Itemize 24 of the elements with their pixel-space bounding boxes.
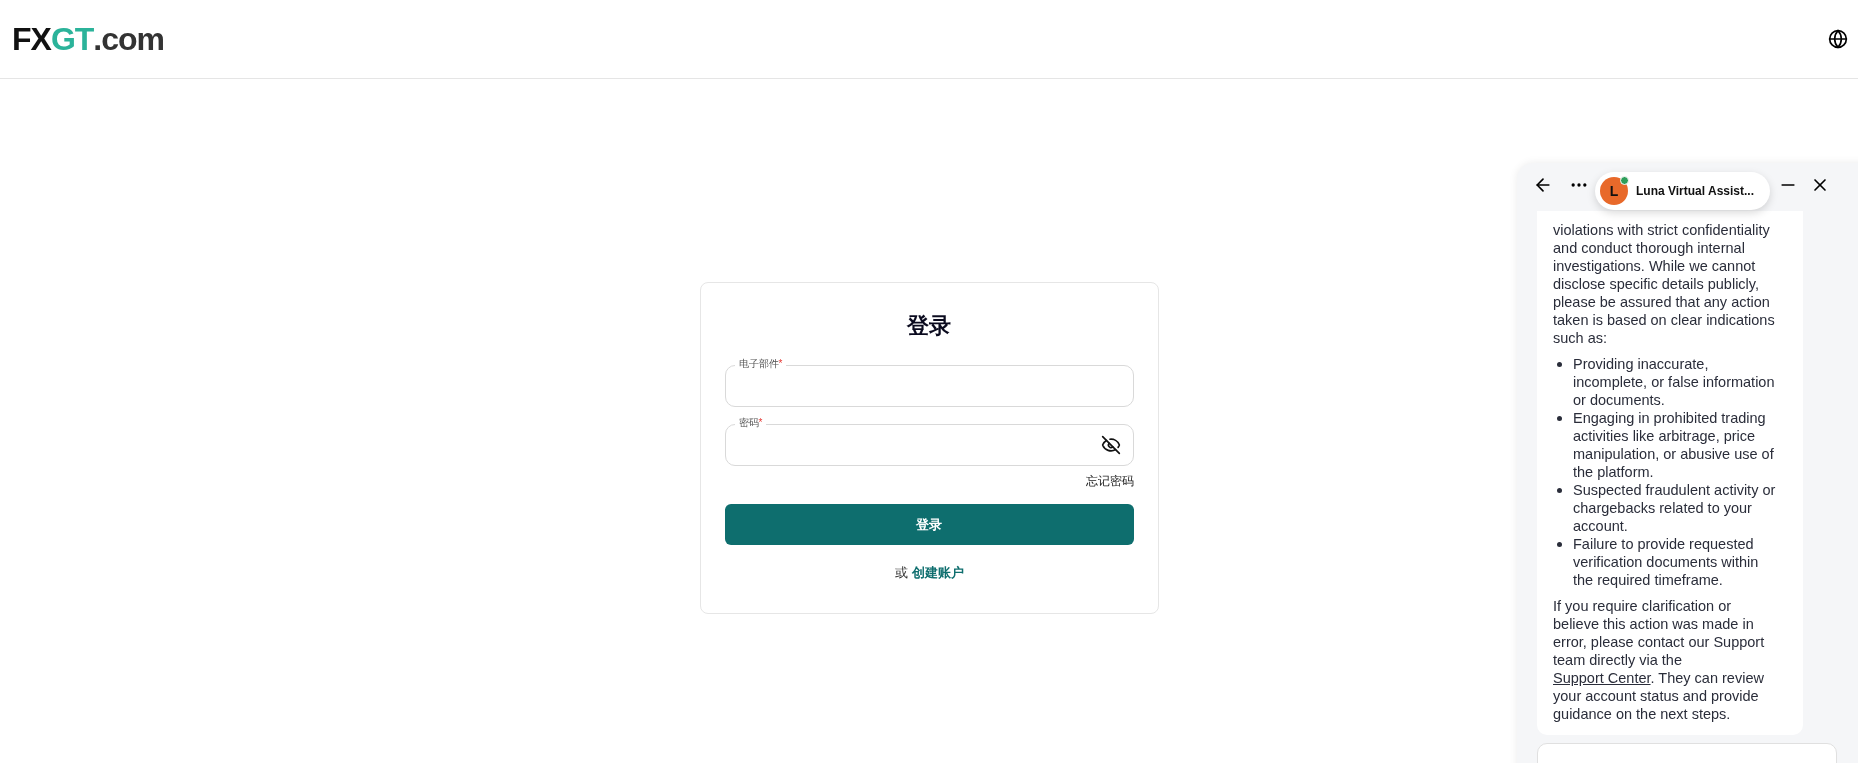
message-text: If you require clarification or believe this action was made in error, please contact our Support team directly via the Support Center. They can review your account status and provide guidance on the next steps. [1553,597,1766,723]
or-text: 或 [894,564,908,582]
list-item-text: Providing inaccurate, incomplete, or false information or documents. [1573,355,1776,409]
logo[interactable]: FXGT.com [12,23,164,55]
bullet-icon [1557,488,1562,493]
assistant-pill[interactable]: L Luna Virtual Assist... [1595,172,1771,210]
bullet-icon [1557,542,1562,547]
list-item-text: Suspected fraudulent activity or chargebacks related to your account. [1573,481,1777,535]
forgot-password-link[interactable]: 忘记密码 [1085,472,1134,490]
list-item-text: Failure to provide requested verification documents within the required timeframe. [1573,535,1760,589]
bullet-icon [1557,362,1562,367]
message-text: violations with strict confidentiality and conduct thorough internal investigations. While we cannot disclose specific details publicly, please be assured that any action taken is based on clear indications such as: [1553,221,1776,347]
assistant-avatar: L [1600,177,1628,205]
login-button[interactable]: 登录 [724,504,1134,545]
list-item-text: Engaging in prohibited trading activities like arbitrage, price manipulation, or abusive use of the platform. [1573,409,1775,481]
support-center-link[interactable]: Support Center [1553,670,1651,686]
bullet-icon [1557,416,1562,421]
create-account-link[interactable]: 创建账户 [911,563,964,583]
field-label: 密码* [734,416,767,430]
hide-password-icon[interactable] [1100,435,1121,455]
language-icon[interactable] [1828,29,1848,49]
field-label: 电子部件* [734,357,787,371]
assistant-name: Luna Virtual Assist... [1636,183,1755,200]
login-title: 登录 [906,312,952,340]
